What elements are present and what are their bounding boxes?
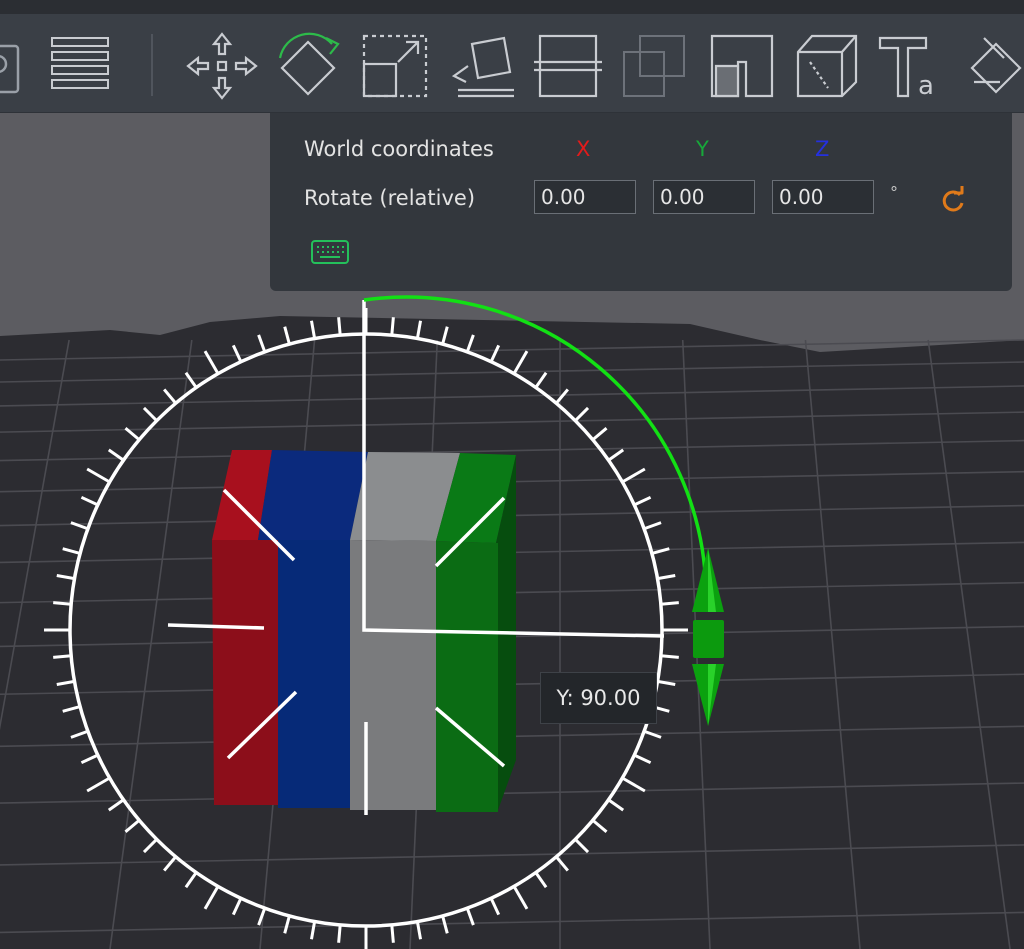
axis-z-label: Z [815, 137, 830, 161]
window-top-strip [0, 0, 1024, 14]
gizmo-tick [53, 601, 72, 606]
add-part-icon[interactable] [0, 32, 30, 100]
gizmo-tick [53, 654, 72, 659]
world-coordinates-label: World coordinates [304, 137, 494, 161]
rotate-relative-label: Rotate (relative) [304, 186, 476, 210]
seam-paint-icon[interactable] [788, 32, 860, 100]
arrange-list-icon[interactable] [44, 32, 116, 100]
toolbar-divider [151, 34, 153, 96]
rotate-z-input[interactable] [772, 180, 874, 214]
lay-on-face-icon[interactable] [444, 32, 516, 100]
gizmo-tick [660, 654, 679, 659]
reset-rotation-icon[interactable] [938, 185, 968, 215]
move-tool-icon[interactable] [186, 32, 258, 100]
gizmo-tick [390, 317, 395, 336]
svg-text:a: a [918, 71, 934, 100]
gizmo-tick [390, 924, 395, 943]
gizmo-tick [660, 601, 679, 606]
rotate-panel: World coordinates X Y Z Rotate (relative… [270, 113, 1012, 291]
axis-y-label: Y [696, 137, 709, 161]
text-tool-icon[interactable]: a [874, 32, 946, 100]
rotate-x-input[interactable] [534, 180, 636, 214]
color-paint-icon[interactable] [960, 32, 1024, 100]
rotate-tool-icon[interactable] [272, 32, 344, 100]
axis-x-label: X [576, 137, 591, 161]
degree-unit: ° [890, 183, 898, 202]
split-parts-icon [616, 32, 688, 100]
gizmo-tick [337, 924, 342, 943]
cut-tool-icon[interactable] [530, 32, 602, 100]
scale-tool-icon[interactable] [358, 32, 430, 100]
rotate-y-input[interactable] [653, 180, 755, 214]
main-toolbar: a [0, 14, 1024, 113]
rotation-value-tooltip: Y: 90.00 [540, 672, 657, 724]
support-paint-icon[interactable] [702, 32, 774, 100]
keyboard-shortcuts-icon[interactable] [310, 237, 350, 267]
gizmo-tick [337, 317, 342, 336]
